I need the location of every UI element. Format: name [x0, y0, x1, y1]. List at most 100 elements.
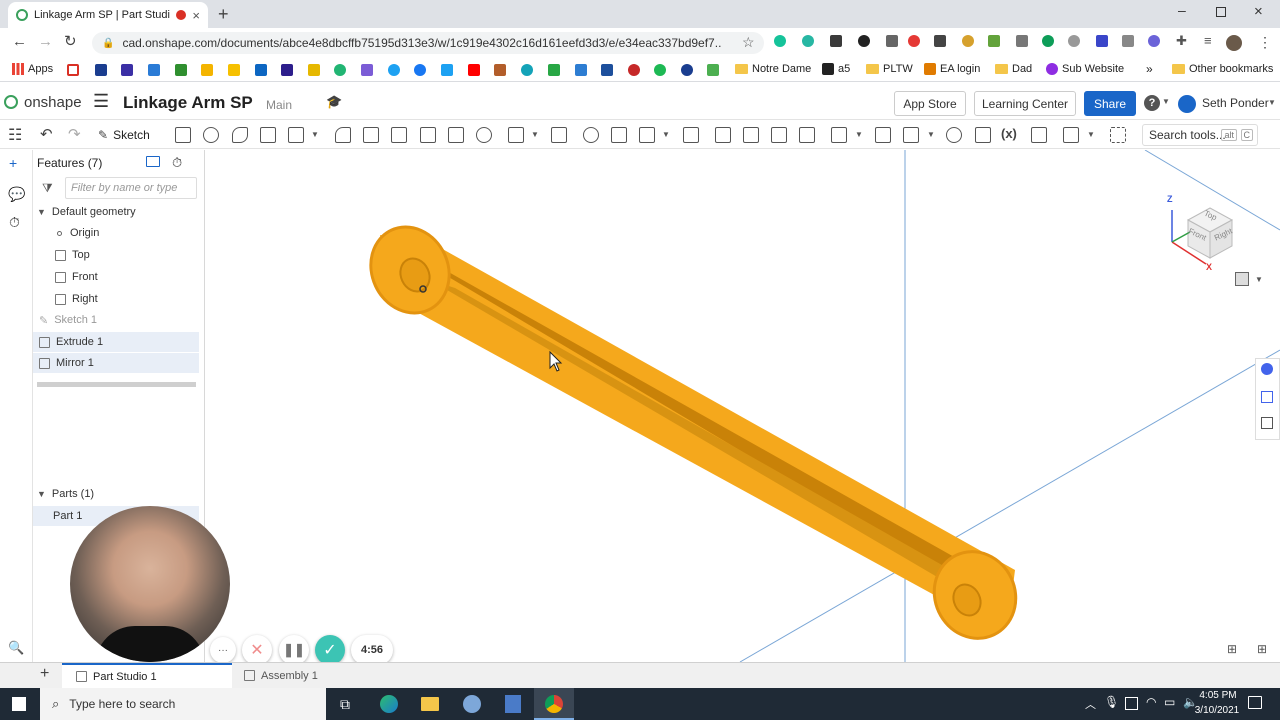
add-tab-icon[interactable]: +	[40, 665, 49, 683]
add-folder-icon[interactable]	[146, 156, 160, 167]
configurations-icon[interactable]	[1261, 417, 1273, 429]
forward-icon[interactable]: →	[38, 33, 53, 50]
undo-icon[interactable]: ↶	[40, 125, 53, 143]
bom-icon[interactable]	[1261, 391, 1273, 403]
bookmark-icon[interactable]	[121, 64, 133, 76]
app-store-button[interactable]: App Store	[894, 91, 966, 116]
bookmark-notre-dame[interactable]: Notre Dame	[735, 63, 811, 75]
reload-icon[interactable]: ↻	[64, 32, 77, 50]
microphone-icon[interactable]: 🎙	[1104, 695, 1119, 709]
move-face-icon[interactable]	[771, 127, 787, 143]
twitter-icon[interactable]	[441, 64, 453, 76]
extension-icon[interactable]	[802, 35, 814, 47]
bookmark-pltw[interactable]: PLTW	[866, 63, 913, 75]
star-icon[interactable]: ☆	[742, 34, 755, 51]
fillet-icon[interactable]	[335, 127, 351, 143]
extrude-icon[interactable]	[175, 127, 191, 143]
bookmark-icon[interactable]	[228, 64, 240, 76]
branch-label[interactable]: Main	[266, 98, 292, 112]
boolean-icon[interactable]	[583, 127, 599, 143]
bookmark-icon[interactable]	[95, 64, 107, 76]
drive-icon[interactable]	[201, 64, 213, 76]
section-icon[interactable]	[903, 127, 919, 143]
bookmark-apps[interactable]: Apps	[12, 63, 53, 75]
search-graphics-icon[interactable]: 🔍	[8, 640, 24, 656]
loft-icon[interactable]	[260, 127, 276, 143]
chrome-taskbar-button[interactable]	[534, 688, 574, 720]
extension-icon[interactable]	[1042, 35, 1054, 47]
rollback-clock-icon[interactable]: ⏱	[172, 155, 182, 171]
sweep-icon[interactable]	[232, 127, 248, 143]
chrome-menu-icon[interactable]: ⋮	[1258, 34, 1272, 51]
help-icon[interactable]: ?	[1144, 95, 1160, 111]
delete-part-icon[interactable]	[683, 127, 699, 143]
hamburger-menu-icon[interactable]: ☰	[93, 91, 109, 112]
feature-list-icon[interactable]: ☷	[8, 125, 22, 145]
graphics-settings-icon[interactable]: ⊞	[1227, 642, 1237, 656]
bookmark-dad[interactable]: Dad	[995, 63, 1032, 75]
extension-icon[interactable]	[886, 35, 898, 47]
rollback-bar[interactable]	[37, 382, 196, 387]
edge-icon[interactable]	[380, 695, 398, 713]
rib-icon[interactable]	[420, 127, 436, 143]
close-tab-icon[interactable]: ×	[192, 8, 200, 23]
bookmark-icon[interactable]	[654, 64, 666, 76]
add-custom-feature-icon[interactable]	[1063, 127, 1079, 143]
extension-icon[interactable]	[1096, 35, 1108, 47]
appearance-icon[interactable]	[1261, 363, 1273, 375]
sketch-button[interactable]: ✎ Sketch	[98, 124, 150, 146]
shell-icon[interactable]	[448, 127, 464, 143]
finish-recording-button[interactable]: ✓	[315, 635, 345, 665]
comment-icon[interactable]: 💬	[8, 186, 25, 203]
view-mode-icon[interactable]	[1235, 272, 1249, 286]
pattern-icon[interactable]	[508, 127, 524, 143]
facebook-icon[interactable]	[414, 64, 426, 76]
bookmark-icon[interactable]	[521, 64, 533, 76]
youtube-icon[interactable]	[468, 64, 480, 76]
learning-cap-icon[interactable]: 🎓	[326, 94, 342, 110]
tray-app-icon[interactable]	[1125, 697, 1138, 710]
view-cube[interactable]: Top Front Right Z X	[1160, 180, 1245, 290]
address-bar[interactable]: 🔒 cad.onshape.com/documents/abce4e8dbcff…	[92, 32, 764, 54]
bookmark-icon[interactable]	[628, 64, 640, 76]
bookmark-icon[interactable]	[334, 64, 346, 76]
chevron-down-icon[interactable]: ▼	[1255, 275, 1263, 284]
fit-view-icon[interactable]	[1110, 127, 1126, 143]
revolve-icon[interactable]	[203, 127, 219, 143]
feature-filter-input[interactable]: Filter by name or type	[65, 177, 197, 199]
new-tab-button[interactable]: +	[218, 4, 229, 25]
bookmark-icon[interactable]	[681, 64, 693, 76]
user-avatar-icon[interactable]	[1178, 95, 1196, 113]
variable-icon[interactable]: (x)	[1001, 126, 1017, 141]
feature-mirror-1[interactable]: Mirror 1	[33, 353, 199, 373]
feature-right-plane[interactable]: Right	[33, 289, 199, 309]
add-icon[interactable]: +	[9, 155, 17, 171]
feature-origin[interactable]: Origin	[33, 223, 199, 243]
cancel-recording-button[interactable]: ✕	[242, 635, 272, 665]
bookmark-ea-login[interactable]: EA login	[924, 63, 980, 75]
graphics-area[interactable]: Top Front Right Z X ▼ ⊞ ⊞	[205, 150, 1280, 662]
mirror-icon[interactable]	[551, 127, 567, 143]
bookmark-icon[interactable]	[707, 64, 719, 76]
feature-extrude-1[interactable]: Extrude 1	[33, 332, 199, 352]
hole-icon[interactable]	[476, 127, 492, 143]
pause-recording-button[interactable]: ❚❚	[279, 635, 309, 665]
taskbar-app-icon[interactable]	[505, 695, 521, 713]
replace-face-icon[interactable]	[799, 127, 815, 143]
chevron-down-icon[interactable]: ▼	[927, 130, 935, 139]
bookmark-icon[interactable]	[361, 64, 373, 76]
delete-face-icon[interactable]	[743, 127, 759, 143]
default-geometry-group[interactable]: ▼ Default geometry	[33, 202, 199, 222]
display-states-icon[interactable]	[975, 127, 991, 143]
learning-center-button[interactable]: Learning Center	[974, 91, 1076, 116]
battery-icon[interactable]: ▭	[1164, 695, 1175, 709]
clock-time[interactable]: 4:05 PM	[1193, 690, 1243, 701]
close-window-button[interactable]: ×	[1254, 3, 1263, 20]
graphics-grid-icon[interactable]: ⊞	[1257, 642, 1267, 656]
extension-icon[interactable]	[858, 35, 870, 47]
share-button[interactable]: Share	[1084, 91, 1136, 116]
chevron-down-icon[interactable]: ▼	[855, 130, 863, 139]
bookmark-icon[interactable]	[175, 64, 187, 76]
bookmark-icon[interactable]	[255, 64, 267, 76]
bookmark-other[interactable]: Other bookmarks	[1172, 63, 1273, 75]
